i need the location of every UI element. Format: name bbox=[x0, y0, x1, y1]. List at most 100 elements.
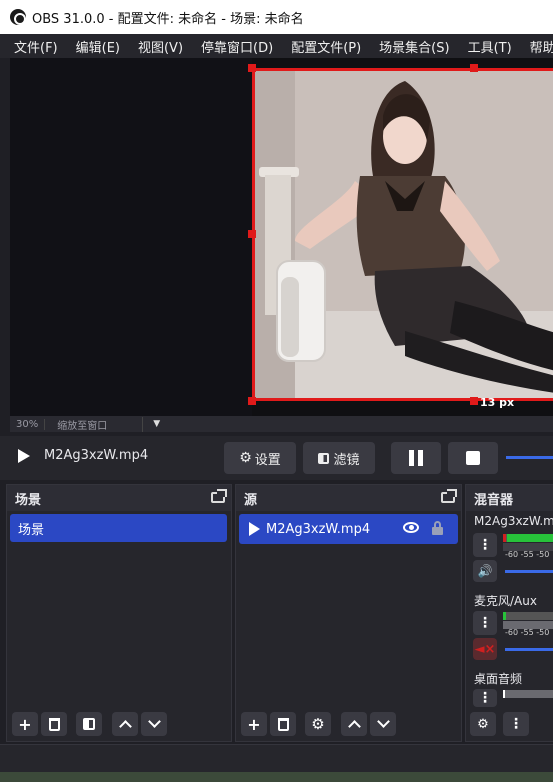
mixer-title: 混音器 bbox=[474, 492, 514, 508]
menu-tools[interactable]: 工具(T) bbox=[468, 37, 512, 56]
source-item[interactable]: M2Ag3xzW.mp4 bbox=[239, 514, 458, 544]
stop-button[interactable] bbox=[448, 442, 498, 474]
window-title: OBS 31.0.0 - 配置文件: 未命名 - 场景: 未命名 bbox=[32, 11, 304, 27]
media-source-icon bbox=[249, 522, 260, 536]
add-scene-button[interactable]: + bbox=[12, 712, 38, 736]
size-readout: 13 px bbox=[480, 396, 515, 409]
scenes-title: 场景 bbox=[15, 492, 42, 508]
window-titlebar: OBS 31.0.0 - 配置文件: 未命名 - 场景: 未命名 bbox=[0, 0, 553, 34]
media-seek-slider[interactable] bbox=[506, 456, 553, 459]
settings-button[interactable]: ⚙ 设置 bbox=[224, 442, 296, 474]
mute-button[interactable]: ◄× bbox=[473, 638, 497, 660]
volume-slider[interactable] bbox=[505, 648, 553, 651]
zoom-level: 30% bbox=[10, 418, 46, 430]
gear-icon: ⚙ bbox=[311, 715, 325, 733]
trash-icon bbox=[48, 717, 60, 731]
source-item-label: M2Ag3xzW.mp4 bbox=[266, 521, 371, 537]
meter-ticks: -60 -55 -50 bbox=[505, 628, 550, 637]
resize-handle-top[interactable] bbox=[470, 64, 478, 72]
resize-handle-top-left[interactable] bbox=[248, 64, 256, 72]
move-source-down-button[interactable] bbox=[370, 712, 396, 736]
channel-menu-button[interactable]: ⋮ bbox=[473, 611, 497, 635]
meter-level bbox=[503, 612, 506, 620]
mixer-panel-header: 混音器 bbox=[466, 485, 553, 511]
remove-source-button[interactable] bbox=[270, 712, 296, 736]
mixer-channel-name: M2Ag3xzW.m bbox=[474, 514, 553, 528]
gear-icon: ⚙ bbox=[239, 450, 252, 466]
preview-zoom-bar: 30% 缩放至窗口 ▼ bbox=[10, 416, 553, 432]
menu-view[interactable]: 视图(V) bbox=[138, 37, 183, 56]
resize-handle-bottom[interactable] bbox=[470, 397, 478, 405]
add-source-button[interactable]: + bbox=[241, 712, 267, 736]
menu-edit[interactable]: 编辑(E) bbox=[76, 37, 120, 56]
media-play-control: M2Ag3xzW.mp4 bbox=[18, 448, 148, 463]
preview-background bbox=[10, 58, 252, 416]
source-properties-button[interactable]: ⚙ bbox=[305, 712, 331, 736]
scenes-panel-header: 场景 bbox=[7, 485, 231, 511]
mixer-channel-name: 桌面音频 bbox=[474, 672, 523, 686]
undock-icon[interactable] bbox=[441, 489, 457, 503]
video-frame-image bbox=[255, 71, 553, 398]
resize-handle-left[interactable] bbox=[248, 230, 256, 238]
menu-scene-collection[interactable]: 场景集合(S) bbox=[379, 37, 449, 56]
desktop-background-strip bbox=[0, 772, 553, 782]
meter-ticks: -60 -55 -50 bbox=[505, 550, 550, 559]
chevron-up-icon bbox=[118, 720, 132, 733]
play-icon[interactable] bbox=[18, 448, 30, 463]
video-source-frame[interactable] bbox=[252, 68, 553, 401]
move-scene-down-button[interactable] bbox=[141, 712, 167, 736]
chevron-down-icon bbox=[376, 715, 390, 728]
stop-icon bbox=[466, 451, 480, 465]
mute-button[interactable]: 🔊 bbox=[473, 560, 497, 582]
menu-docks[interactable]: 停靠窗口(D) bbox=[201, 37, 273, 56]
filter-icon bbox=[318, 452, 330, 464]
speaker-icon: 🔊 bbox=[477, 564, 493, 578]
muted-speaker-icon: ◄× bbox=[474, 641, 496, 657]
zoom-fit-label[interactable]: 缩放至窗口 bbox=[45, 416, 144, 432]
volume-meter bbox=[503, 690, 553, 698]
menu-bar: 文件(F) 编辑(E) 视图(V) 停靠窗口(D) 配置文件(P) 场景集合(S… bbox=[0, 34, 553, 58]
move-source-up-button[interactable] bbox=[341, 712, 367, 736]
menu-file[interactable]: 文件(F) bbox=[14, 37, 58, 56]
lock-icon[interactable] bbox=[432, 521, 443, 535]
pause-icon bbox=[409, 450, 423, 466]
vertical-dots-icon: ⋮ bbox=[478, 537, 492, 553]
scene-item-label: 场景 bbox=[18, 522, 45, 538]
vertical-dots-icon: ⋮ bbox=[478, 690, 492, 706]
chevron-up-icon bbox=[347, 720, 361, 733]
volume-slider[interactable] bbox=[505, 570, 553, 573]
menu-help[interactable]: 帮助(H) bbox=[530, 37, 553, 56]
move-scene-up-button[interactable] bbox=[112, 712, 138, 736]
mixer-menu-button[interactable]: ⋮ bbox=[503, 712, 529, 736]
scene-item[interactable]: 场景 bbox=[10, 514, 227, 542]
resize-handle-bottom-left[interactable] bbox=[248, 397, 256, 405]
channel-menu-button[interactable]: ⋮ bbox=[473, 689, 497, 707]
chevron-down-icon bbox=[147, 715, 161, 728]
media-file-name: M2Ag3xzW.mp4 bbox=[44, 448, 149, 463]
sources-title: 源 bbox=[244, 492, 258, 508]
filters-button-label: 滤镜 bbox=[333, 452, 360, 468]
mixer-advanced-settings-button[interactable]: ⚙ bbox=[470, 712, 496, 736]
pause-button[interactable] bbox=[391, 442, 441, 474]
meter-level bbox=[503, 690, 505, 698]
meter-peak bbox=[503, 534, 506, 542]
trash-icon bbox=[277, 717, 289, 731]
eye-icon[interactable] bbox=[403, 522, 419, 533]
media-controls-bar: M2Ag3xzW.mp4 ⚙ 设置 滤镜 bbox=[0, 436, 553, 480]
menu-profile[interactable]: 配置文件(P) bbox=[291, 37, 361, 56]
settings-button-label: 设置 bbox=[254, 452, 281, 468]
mixer-channel-name: 麦克风/Aux bbox=[474, 594, 537, 608]
zoom-dropdown-icon[interactable]: ▼ bbox=[153, 419, 160, 429]
remove-scene-button[interactable] bbox=[41, 712, 67, 736]
undock-icon[interactable] bbox=[211, 489, 227, 503]
channel-menu-button[interactable]: ⋮ bbox=[473, 533, 497, 557]
sources-panel-header: 源 bbox=[236, 485, 461, 511]
filter-icon bbox=[83, 718, 95, 730]
obs-logo-icon bbox=[10, 9, 26, 25]
plus-icon: + bbox=[18, 714, 32, 734]
filters-button[interactable]: 滤镜 bbox=[303, 442, 375, 474]
scene-filters-button[interactable] bbox=[76, 712, 102, 736]
gears-icon: ⚙ bbox=[477, 716, 489, 732]
vertical-dots-icon: ⋮ bbox=[509, 716, 523, 732]
meter-level bbox=[507, 534, 553, 542]
